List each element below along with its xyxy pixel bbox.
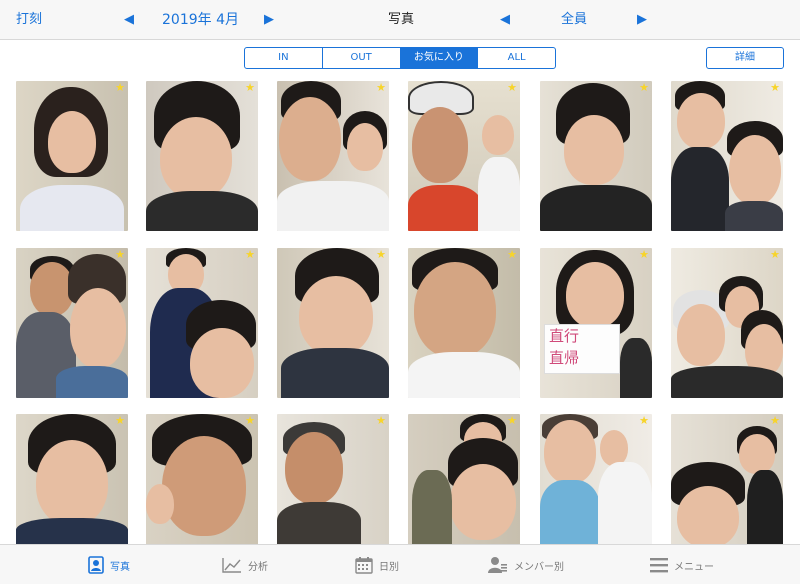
photo-body xyxy=(412,470,452,548)
photo-body xyxy=(747,470,783,548)
tab-label: メニュー xyxy=(674,561,714,573)
photo-thumbnail[interactable]: ★ xyxy=(671,248,783,398)
tab-daily[interactable]: 日別 xyxy=(355,545,399,584)
favorite-star-icon: ★ xyxy=(770,81,780,94)
favorite-star-icon: ★ xyxy=(115,414,125,427)
photo-body xyxy=(620,338,652,398)
photo-face xyxy=(414,262,496,358)
photo-body xyxy=(20,185,124,231)
photo-thumbnail[interactable]: ★ xyxy=(671,414,783,564)
photo-body xyxy=(725,201,783,231)
hamburger-menu-icon xyxy=(650,558,668,573)
photo-thumbnail[interactable]: ★ xyxy=(540,414,652,564)
photo-face xyxy=(564,115,624,185)
photo-face xyxy=(347,123,383,171)
tab-analysis[interactable]: 分析 xyxy=(222,545,268,584)
favorite-star-icon: ★ xyxy=(507,248,517,261)
sign-text-line: 直帰 xyxy=(549,349,580,367)
photo-body xyxy=(408,185,482,231)
favorite-star-icon: ★ xyxy=(639,248,649,261)
bottom-tab-bar: 写真 分析 日別 メンバー別 メニュー xyxy=(0,544,800,584)
photo-face xyxy=(146,484,174,524)
photo-body xyxy=(277,181,389,231)
sign-text-line: 直行 xyxy=(549,327,580,345)
photo-thumbnail[interactable]: ★ xyxy=(408,248,520,398)
photo-body xyxy=(56,366,128,398)
photo-thumbnail[interactable]: ★ xyxy=(146,414,258,564)
favorite-star-icon: ★ xyxy=(376,414,386,427)
favorite-star-icon: ★ xyxy=(639,414,649,427)
photo-face xyxy=(566,262,624,328)
photo-face xyxy=(190,328,254,398)
photo-thumbnail[interactable]: 直行 直帰 ★ xyxy=(540,248,652,398)
tab-label: 日別 xyxy=(379,561,399,573)
photo-body xyxy=(281,348,389,398)
photo-face xyxy=(450,464,516,540)
tab-label: 分析 xyxy=(248,561,268,573)
photo-thumbnail[interactable]: ★ xyxy=(277,248,389,398)
photo-face xyxy=(600,430,628,466)
photo-face xyxy=(544,420,596,484)
tab-photos[interactable]: 写真 xyxy=(88,545,130,584)
favorite-star-icon: ★ xyxy=(507,81,517,94)
photo-body xyxy=(671,366,783,398)
favorite-star-icon: ★ xyxy=(115,81,125,94)
photo-face xyxy=(70,288,126,368)
calendar-icon xyxy=(355,557,373,574)
favorite-star-icon: ★ xyxy=(245,414,255,427)
photo-body xyxy=(598,462,652,548)
tab-label: メンバー別 xyxy=(514,561,564,573)
photo-face xyxy=(739,434,775,474)
photo-body xyxy=(408,352,520,398)
photo-thumbnail[interactable]: ★ xyxy=(146,81,258,231)
photo-thumbnail[interactable]: ★ xyxy=(16,248,128,398)
member-icon xyxy=(488,557,507,573)
photo-thumbnail[interactable]: ★ xyxy=(540,81,652,231)
photo-face xyxy=(412,107,468,183)
line-chart-icon xyxy=(222,558,241,573)
photo-face xyxy=(48,111,96,173)
photo-face xyxy=(729,135,781,205)
favorite-star-icon: ★ xyxy=(770,248,780,261)
photo-face xyxy=(285,432,343,504)
photo-body xyxy=(478,157,520,231)
photo-thumbnail[interactable]: ★ xyxy=(408,81,520,231)
photo-face xyxy=(677,304,725,366)
favorite-star-icon: ★ xyxy=(376,248,386,261)
photo-face xyxy=(677,93,725,149)
photo-thumbnail[interactable]: ★ xyxy=(16,81,128,231)
favorite-star-icon: ★ xyxy=(507,414,517,427)
photo-face xyxy=(482,115,514,155)
photo-thumbnail[interactable]: ★ xyxy=(277,81,389,231)
photo-face xyxy=(160,117,232,199)
photo-thumbnail[interactable]: ★ xyxy=(408,414,520,564)
photo-grid: ★ ★ ★ ★ ★ ★ ★ ★ ★ ★ 直行 直帰 ★ ★ ★ ★ ★ ★ ★ … xyxy=(0,0,800,584)
tab-label: 写真 xyxy=(110,561,130,573)
photo-thumbnail[interactable]: ★ xyxy=(277,414,389,564)
photo-body xyxy=(277,502,361,548)
photo-body xyxy=(540,480,600,548)
tab-by-member[interactable]: メンバー別 xyxy=(488,545,564,584)
photo-body xyxy=(671,147,729,231)
favorite-star-icon: ★ xyxy=(115,248,125,261)
photo-thumbnail[interactable]: ★ xyxy=(16,414,128,564)
photo-thumbnail[interactable]: ★ xyxy=(671,81,783,231)
photo-face xyxy=(36,440,108,526)
tab-menu[interactable]: メニュー xyxy=(650,545,714,584)
photo-body xyxy=(540,185,652,231)
favorite-star-icon: ★ xyxy=(639,81,649,94)
sign-board: 直行 直帰 xyxy=(544,324,620,374)
favorite-star-icon: ★ xyxy=(770,414,780,427)
photo-body xyxy=(146,191,258,231)
favorite-star-icon: ★ xyxy=(245,81,255,94)
app: 打刻 ◀ 2019年 4月 ▶ 写真 ◀ 全員 ▶ IN OUT お気に入り A… xyxy=(0,0,800,584)
photo-face xyxy=(677,486,739,548)
favorite-star-icon: ★ xyxy=(376,81,386,94)
photo-face xyxy=(162,436,246,536)
photo-face xyxy=(279,97,341,181)
photo-face xyxy=(299,276,373,356)
photo-thumbnail[interactable]: ★ xyxy=(146,248,258,398)
photo-portrait-icon xyxy=(88,556,104,574)
favorite-star-icon: ★ xyxy=(245,248,255,261)
